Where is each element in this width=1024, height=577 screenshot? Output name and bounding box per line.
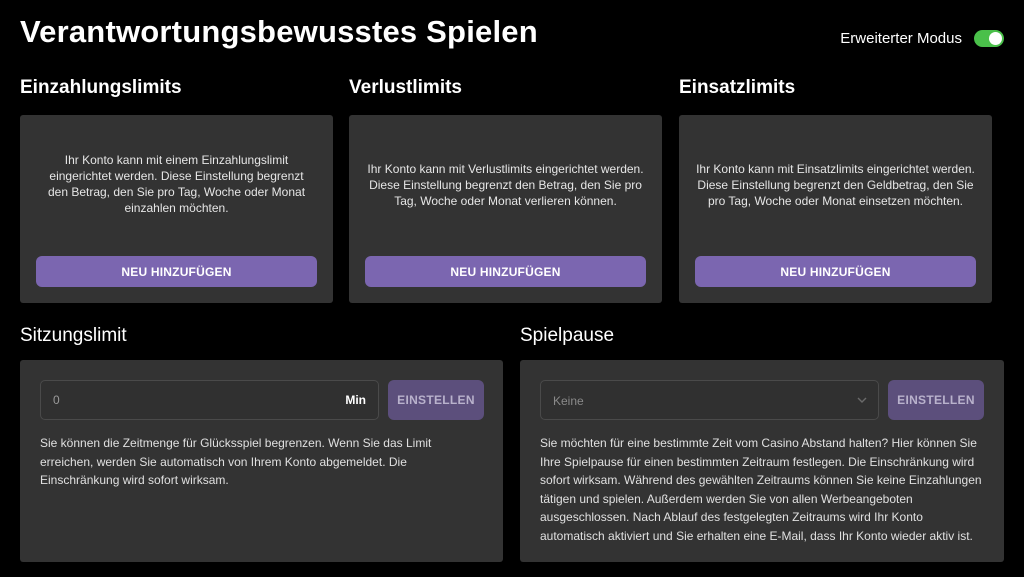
session-limit-input[interactable] [53,381,313,419]
loss-limits-title: Verlustlimits [349,77,462,98]
set-session-limit-button[interactable]: EINSTELLEN [388,380,484,420]
advanced-mode-control: Erweiterter Modus [840,30,1004,47]
add-deposit-limit-button[interactable]: NEU HINZUFÜGEN [36,256,317,287]
wager-limits-card: Ihr Konto kann mit Einsatzlimits eingeri… [679,115,992,303]
session-limit-description: Sie können die Zeitmenge für Glücksspiel… [40,436,432,487]
chevron-down-icon [857,397,867,403]
session-limit-unit: Min [345,393,366,407]
deposit-limits-card: Ihr Konto kann mit einem Einzahlungslimi… [20,115,333,303]
loss-limits-card: Ihr Konto kann mit Verlustlimits eingeri… [349,115,662,303]
game-pause-select[interactable]: Keine [540,380,879,420]
deposit-limits-description: Ihr Konto kann mit einem Einzahlungslimi… [47,153,306,215]
game-pause-description: Sie möchten für eine bestimmte Zeit vom … [540,436,982,543]
set-game-pause-button[interactable]: EINSTELLEN [888,380,984,420]
toggle-knob [989,32,1002,45]
game-pause-title: Spielpause [520,325,615,346]
loss-limits-description: Ihr Konto kann mit Verlustlimits eingeri… [367,162,644,208]
game-pause-card: Keine EINSTELLEN Sie möchten für eine be… [520,360,1004,562]
add-wager-limit-button[interactable]: NEU HINZUFÜGEN [695,256,976,287]
wager-limits-title: Einsatzlimits [679,77,796,98]
game-pause-selected-value: Keine [553,394,584,408]
add-loss-limit-button[interactable]: NEU HINZUFÜGEN [365,256,646,287]
advanced-mode-toggle[interactable] [974,30,1004,47]
advanced-mode-label: Erweiterter Modus [840,30,962,47]
session-limit-title: Sitzungslimit [20,325,127,346]
deposit-limits-title: Einzahlungslimits [20,77,182,98]
session-limit-field[interactable]: Min [40,380,379,420]
page-title: Verantwortungsbewusstes Spielen [20,14,538,49]
session-limit-card: Min EINSTELLEN Sie können die Zeitmenge … [20,360,503,562]
wager-limits-description: Ihr Konto kann mit Einsatzlimits eingeri… [696,162,975,208]
